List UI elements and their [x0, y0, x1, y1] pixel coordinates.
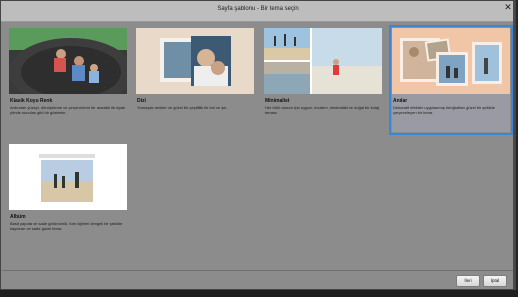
next-button[interactable]: İleri: [456, 275, 480, 287]
window-edge: [513, 1, 515, 291]
theme-thumbnail: [392, 28, 510, 94]
theme-thumbnail: [264, 28, 382, 94]
theme-gallery: Klasik Koyu Renk Ardından yüzeyi, dönüşt…: [2, 22, 515, 271]
theme-thumbnail: [9, 144, 127, 210]
theme-thumbnail: [9, 28, 127, 94]
theme-name: Klasik Koyu Renk: [10, 98, 53, 104]
taskbar-strip: [0, 290, 518, 297]
theme-name: Anılar: [393, 98, 408, 104]
theme-thumbnail: [136, 28, 254, 94]
dialog-footer: İleri İptal: [2, 271, 515, 289]
theme-card-album[interactable]: Albüm Basit yapıda ve sade görünümlü, tü…: [9, 144, 127, 231]
close-icon[interactable]: ✕: [503, 2, 513, 12]
theme-picker-dialog: Sayfa şablonu - Bir tema seçin ✕ Klasik …: [0, 0, 516, 291]
theme-card-dizi[interactable]: Dizi Yumuşak renkler ve güzel bir çeşitl…: [136, 28, 254, 110]
cancel-button[interactable]: İptal: [483, 275, 507, 287]
dialog-title: Sayfa şablonu - Bir tema seçin: [217, 6, 299, 12]
theme-description: Basit yapıda ve sade görünümlü, tüm öğel…: [10, 221, 123, 231]
theme-description: Her türlü durum için uygun, modern, mini…: [265, 105, 379, 115]
theme-description: Ardından yüzeyi, dönüştürme ve çerçevele…: [10, 105, 126, 115]
theme-card-minimalist[interactable]: Minimalist Her türlü durum için uygun, m…: [264, 28, 382, 115]
theme-card-klasik-koyu-renk[interactable]: Klasik Koyu Renk Ardından yüzeyi, dönüşt…: [9, 28, 127, 115]
theme-description: Dekoratif efektler uygulanmış fotoğrafla…: [393, 105, 495, 115]
theme-description: Yumuşak renkler ve güzel bir çeşitlilik …: [137, 105, 228, 110]
theme-name: Albüm: [10, 214, 26, 220]
dialog-titlebar: Sayfa şablonu - Bir tema seçin ✕: [1, 1, 515, 22]
theme-card-anilar[interactable]: Anılar Dekoratif efektler uygulanmış fot…: [389, 25, 513, 135]
theme-name: Minimalist: [265, 98, 290, 104]
theme-name: Dizi: [137, 98, 146, 104]
